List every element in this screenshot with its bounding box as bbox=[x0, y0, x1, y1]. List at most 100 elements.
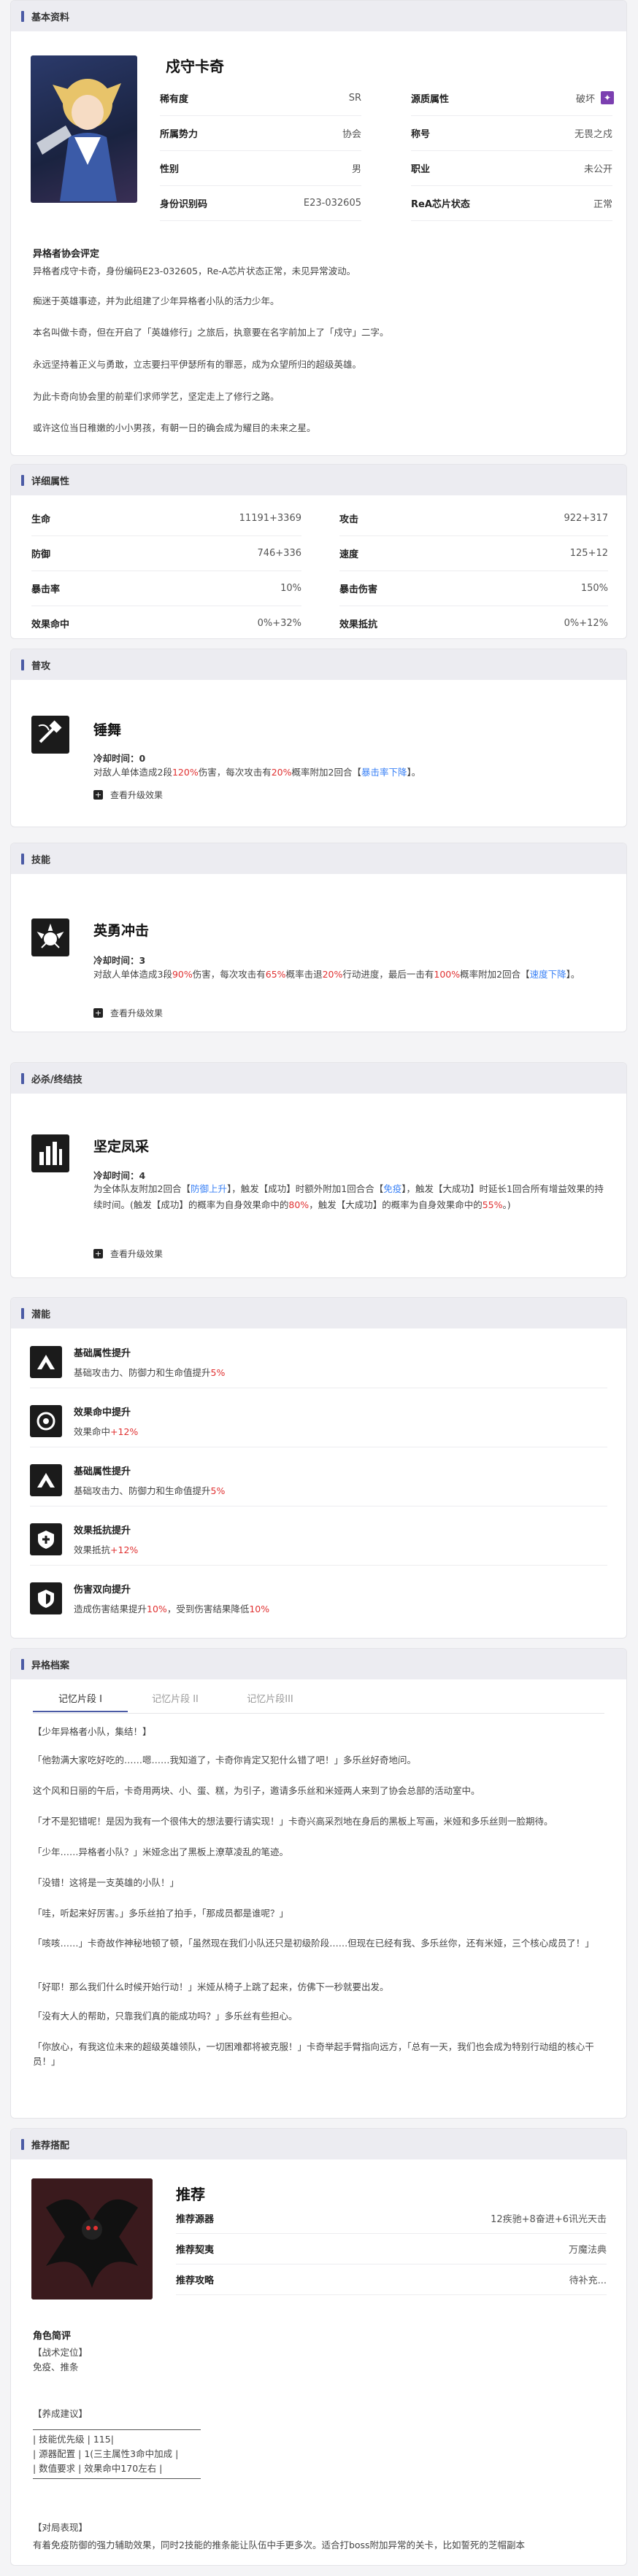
status-keyword[interactable]: 速度下降 bbox=[530, 969, 566, 980]
archive-paragraph: 「没错！这将是一支英雄的小队！」 bbox=[33, 1877, 180, 1888]
recommend-value[interactable]: 万魔法典 bbox=[569, 2242, 607, 2256]
tab-memory-2[interactable]: 记忆片段 II bbox=[128, 1691, 223, 1712]
upgrade-label: 查看升级效果 bbox=[110, 1008, 164, 1018]
status-keyword[interactable]: 防御上升 bbox=[191, 1183, 227, 1194]
desc-text: 概率附加2回合【 bbox=[460, 969, 530, 980]
section-title: 详细属性 bbox=[31, 476, 70, 487]
role-review-title: 角色简评 bbox=[33, 2331, 72, 2342]
profile-field: 所属势力 协会 bbox=[160, 116, 361, 151]
cooldown-label: 冷却时间： bbox=[93, 955, 139, 966]
desc-value: 5% bbox=[210, 1366, 226, 1378]
skill-name: 英勇冲击 bbox=[93, 923, 150, 939]
desc-value: 10% bbox=[249, 1604, 270, 1614]
recommend-value[interactable]: 12疾驰+8奋进+6讯光天击 bbox=[491, 2211, 607, 2225]
archive-paragraph: 「好耶！那么我们什么时候开始行动！」米娅从椅子上跳了起来，仿佛下一秒就要出发。 bbox=[33, 1981, 389, 1992]
field-label: ReA芯片状态 bbox=[411, 199, 470, 210]
desc-text: 造成伤害结果提升 bbox=[74, 1604, 147, 1614]
view-upgrade-button[interactable]: + 查看升级效果 bbox=[93, 789, 163, 801]
status-keyword[interactable]: 暴击率下降 bbox=[361, 767, 407, 778]
attribute-value: 0%+32% bbox=[257, 618, 301, 629]
basic-info-section: 基本资料 戍守卡奇 稀有度 SR 源质属性 破坏 所属势力 协会 称号 无畏之戍 性别 男 职业 未公… bbox=[10, 0, 627, 456]
recommend-section: 推荐搭配 推荐 推荐源器 12疾驰+8奋进+6讯光天击 推荐契夷 万魔法典 推荐攻略 待补… bbox=[10, 2128, 627, 2566]
section-header: 详细属性 bbox=[11, 465, 626, 495]
desc-value: 20% bbox=[271, 767, 292, 778]
evaluation-paragraph: 永远坚持着正义与勇敢，立志要扫平伊瑟所有的罪恶，成为众望所归的超级英雄。 bbox=[33, 359, 362, 370]
section-header: 技能 bbox=[11, 843, 626, 874]
potential-name: 基础属性提升 bbox=[74, 1466, 131, 1477]
desc-text: 基础攻击力、防御力和生命值提升 bbox=[74, 1485, 211, 1496]
field-label: 性别 bbox=[160, 164, 180, 175]
plus-icon: + bbox=[93, 1249, 103, 1258]
attribute-label: 效果抵抗 bbox=[339, 619, 378, 630]
view-upgrade-button[interactable]: + 查看升级效果 bbox=[93, 1248, 163, 1260]
recommend-value[interactable]: 待补充... bbox=[569, 2273, 607, 2286]
desc-value: 5% bbox=[210, 1485, 226, 1496]
desc-text: 概率击退 bbox=[285, 969, 323, 980]
section-title: 推荐搭配 bbox=[31, 2140, 70, 2151]
profile-field: 称号 无畏之戍 bbox=[411, 116, 612, 151]
archive-paragraph: 【少年异格者小队，集结！】 bbox=[33, 1726, 152, 1737]
potential-item: 基础属性提升 基础攻击力、防御力和生命值提升5% bbox=[30, 1454, 607, 1506]
attribute-row: 暴击伤害 150% bbox=[339, 571, 608, 606]
desc-value: +12% bbox=[110, 1426, 139, 1437]
potential-name: 伤害双向提升 bbox=[74, 1585, 131, 1596]
build-row: | 源器配置 | 1(三主属性3命中加成 | bbox=[33, 2448, 179, 2459]
plus-icon: + bbox=[93, 790, 103, 800]
section-header: 潜能 bbox=[11, 1298, 626, 1328]
attribute-value: 150% bbox=[580, 583, 608, 594]
cooldown: 冷却时间：3 bbox=[93, 953, 145, 967]
section-header: 普攻 bbox=[11, 649, 626, 680]
attribute-row: 效果命中 0%+32% bbox=[31, 606, 301, 638]
evaluation-paragraph: 异格者戍守卡奇，身份编码E23-032605，Re-A芯片状态正常，未见异常波动… bbox=[33, 266, 356, 276]
potential-name: 效果抵抗提升 bbox=[74, 1525, 131, 1536]
section-header: 异格档案 bbox=[11, 1649, 626, 1679]
recommend-label: 推荐源器 bbox=[176, 2214, 215, 2225]
desc-text: 对敌人单体造成3段 bbox=[93, 969, 172, 980]
desc-text: 概率附加2回合【 bbox=[291, 767, 361, 778]
build-row: | 技能优先级 | 115| bbox=[33, 2434, 114, 2445]
desc-text: 伤害，每次攻击有 bbox=[198, 767, 272, 778]
view-upgrade-button[interactable]: + 查看升级效果 bbox=[93, 1007, 163, 1019]
evaluation-paragraph: 本名叫做卡奇，但在开启了「英雄修行」之旅后，执意要在名字前加上了「戍守」二字。 bbox=[33, 327, 389, 338]
desc-text: 为全体队友附加2回合【 bbox=[93, 1183, 191, 1194]
desc-text: 】，触发【成功】时额外附加1回合合【 bbox=[226, 1183, 384, 1194]
desc-value: 65% bbox=[265, 969, 286, 980]
desc-value: 55% bbox=[482, 1199, 503, 1210]
attribute-label: 防御 bbox=[31, 549, 51, 560]
section-header: 基本资料 bbox=[11, 1, 626, 31]
role-line: 【养成建议】 bbox=[33, 2408, 88, 2419]
shield-plus-icon bbox=[30, 1523, 62, 1555]
normal-attack-section: 普攻 锤舞 冷却时间：0 对敌人单体造成2段120%伤害，每次攻击有20%概率附… bbox=[10, 649, 627, 827]
recommend-row: 推荐契夷 万魔法典 bbox=[176, 2234, 607, 2264]
section-title: 潜能 bbox=[31, 1309, 51, 1320]
attribute-value: 0%+12% bbox=[564, 618, 608, 629]
tab-memory-1[interactable]: 记忆片段 I bbox=[33, 1691, 128, 1712]
skill-name: 坚定凤采 bbox=[93, 1139, 150, 1155]
recommend-label: 推荐攻略 bbox=[176, 2275, 215, 2286]
character-portrait bbox=[31, 55, 137, 203]
attribute-row: 效果抵抗 0%+12% bbox=[339, 606, 608, 638]
potential-name: 基础属性提升 bbox=[74, 1347, 131, 1359]
potential-section: 潜能 基础属性提升 基础攻击力、防御力和生命值提升5% 效果命中提升 效果命中+… bbox=[10, 1297, 627, 1639]
attribute-label: 效果命中 bbox=[31, 619, 70, 630]
attribute-row: 防御 746+336 bbox=[31, 536, 301, 571]
skill-name: 锤舞 bbox=[93, 722, 122, 738]
desc-value: +12% bbox=[110, 1544, 139, 1555]
profile-field: ReA芯片状态 正常 bbox=[411, 186, 612, 221]
desc-text: 效果抵抗 bbox=[74, 1544, 111, 1555]
performance-text: 有着免疫防御的强力辅助效果，同时2技能的推条能让队伍中手更多次。适合打boss附… bbox=[33, 2540, 526, 2550]
skill-description: 为全体队友附加2回合【防御上升】，触发【成功】时额外附加1回合合【免疫】，触发【… bbox=[93, 1181, 612, 1213]
archive-paragraph: 「哇，听起来好厉害。」多乐丝拍了拍手，「那成员都是谁呢？」 bbox=[33, 1908, 289, 1919]
section-title: 必杀/终结技 bbox=[31, 1074, 82, 1086]
upgrade-label: 查看升级效果 bbox=[110, 790, 164, 800]
cooldown-value: 0 bbox=[139, 753, 146, 764]
profile-field: 职业 未公开 bbox=[411, 151, 612, 186]
attribute-row: 攻击 922+317 bbox=[339, 501, 608, 536]
attribute-label: 攻击 bbox=[339, 514, 359, 525]
status-keyword[interactable]: 免疫 bbox=[383, 1183, 401, 1194]
tab-memory-3[interactable]: 记忆片段III bbox=[223, 1691, 318, 1712]
target-icon bbox=[30, 1404, 62, 1437]
potential-description: 基础攻击力、防御力和生命值提升5% bbox=[74, 1483, 225, 1497]
archive-tabs: 记忆片段 I 记忆片段 II 记忆片段III bbox=[33, 1691, 318, 1712]
desc-text: 行动进度，最后一击有 bbox=[342, 969, 434, 980]
